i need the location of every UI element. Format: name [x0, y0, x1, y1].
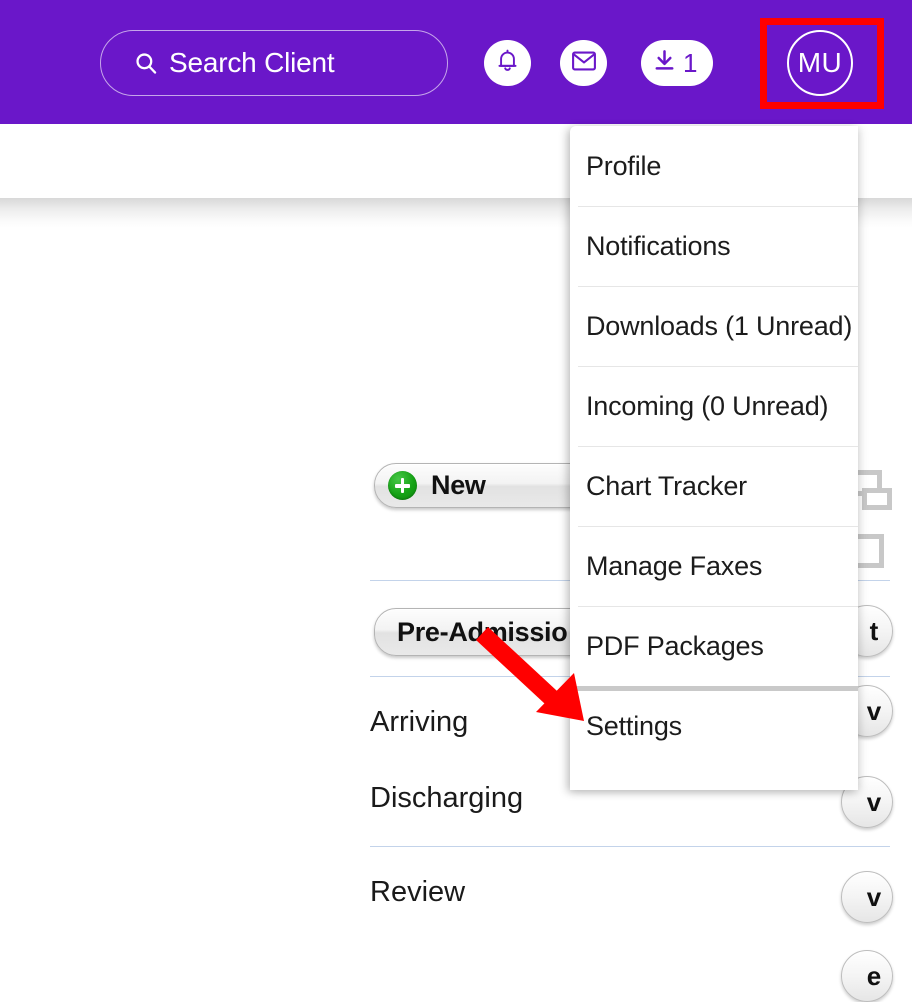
menu-item-chart-tracker[interactable]: Chart Tracker: [570, 446, 858, 526]
menu-item-manage-faxes-label: Manage Faxes: [586, 551, 762, 582]
search-input[interactable]: Search Client: [100, 30, 448, 96]
document-icon-partial-2: [862, 488, 892, 510]
menu-item-profile[interactable]: Profile: [570, 126, 858, 206]
menu-item-chart-tracker-label: Chart Tracker: [586, 471, 747, 502]
downloads-button[interactable]: 1: [641, 40, 713, 86]
mail-button[interactable]: [560, 40, 607, 86]
menu-item-pdf-packages[interactable]: PDF Packages: [570, 606, 858, 686]
bell-icon: [496, 48, 519, 78]
plus-circle-icon: [388, 471, 417, 500]
menu-item-downloads-label: Downloads (1 Unread): [586, 311, 852, 342]
menu-item-pdf-packages-label: PDF Packages: [586, 631, 764, 662]
edge-control-1-label: t: [870, 616, 879, 647]
section-label-discharging: Discharging: [370, 784, 523, 813]
menu-item-profile-label: Profile: [586, 151, 661, 182]
menu-item-incoming-label: Incoming (0 Unread): [586, 391, 828, 422]
menu-item-settings-label: Settings: [586, 711, 682, 742]
edge-control-4-label: v: [867, 882, 881, 913]
download-icon: [652, 48, 677, 78]
search-icon: [133, 50, 159, 76]
user-menu-dropdown: Profile Notifications Downloads (1 Unrea…: [570, 126, 858, 790]
edge-control-2-label: v: [867, 696, 881, 727]
envelope-icon: [571, 50, 597, 77]
edge-control-4[interactable]: v: [841, 871, 893, 923]
menu-item-incoming[interactable]: Incoming (0 Unread): [570, 366, 858, 446]
section-label-review: Review: [370, 878, 465, 907]
app-header: Search Client 1: [0, 0, 912, 124]
avatar-initials: MU: [798, 49, 843, 77]
search-placeholder-text: Search Client: [169, 49, 334, 77]
menu-item-settings[interactable]: Settings: [570, 686, 858, 766]
notifications-button[interactable]: [484, 40, 531, 86]
pre-admission-button-label: Pre-Admissio: [397, 617, 567, 648]
menu-item-downloads[interactable]: Downloads (1 Unread): [570, 286, 858, 366]
menu-item-manage-faxes[interactable]: Manage Faxes: [570, 526, 858, 606]
new-button-label: New: [431, 472, 486, 499]
section-label-arriving: Arriving: [370, 708, 468, 737]
edge-control-5-label: e: [867, 961, 881, 992]
edge-control-3-label: v: [867, 787, 881, 818]
downloads-count-label: 1: [683, 50, 697, 76]
menu-item-notifications-label: Notifications: [586, 231, 730, 262]
edge-control-5[interactable]: e: [841, 950, 893, 1002]
menu-item-notifications[interactable]: Notifications: [570, 206, 858, 286]
divider-3: [370, 846, 890, 847]
avatar[interactable]: MU: [787, 30, 853, 96]
